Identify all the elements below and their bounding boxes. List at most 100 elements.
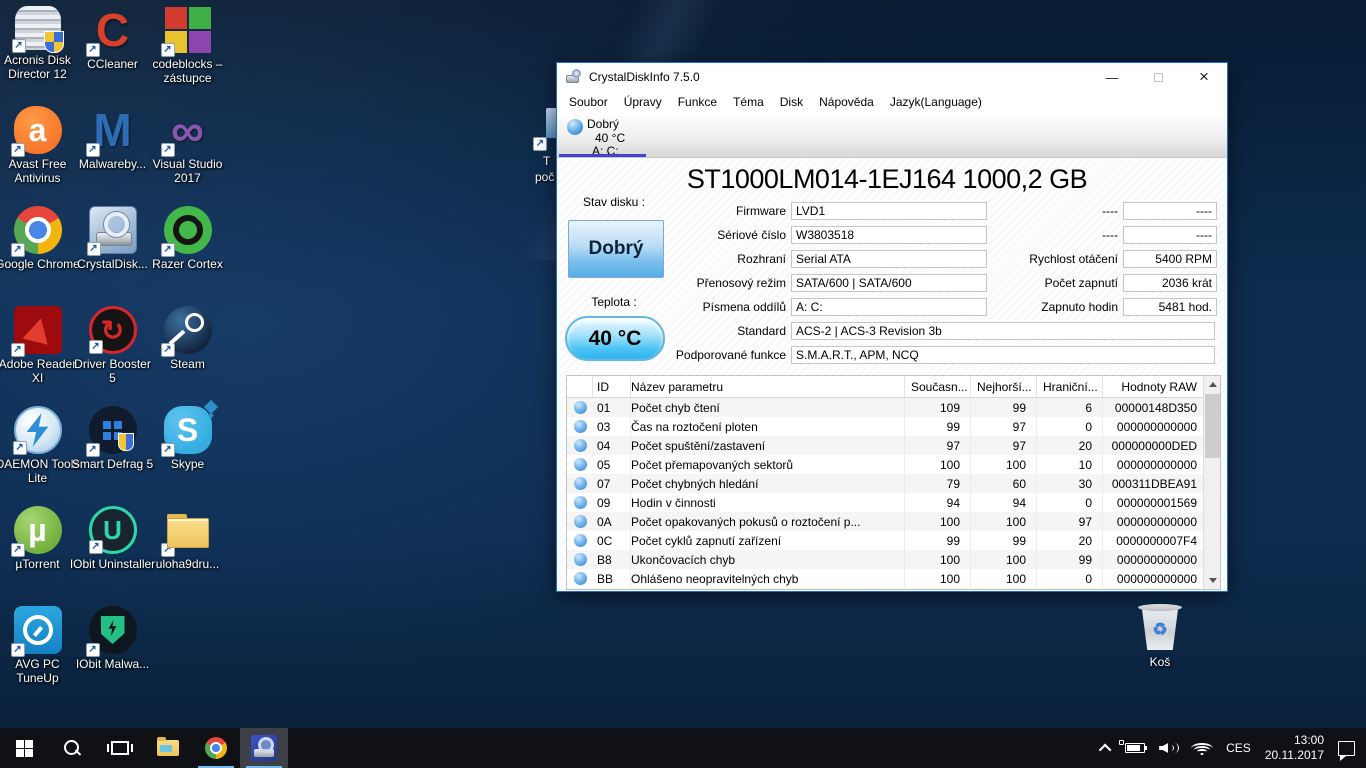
desktop-icon-codeblocks[interactable]: codeblocks – zástupce bbox=[150, 6, 225, 106]
smart-row[interactable]: BB Ohlášeno neopravitelných chyb 100 100… bbox=[567, 569, 1203, 588]
attr-raw: 00000148D350 bbox=[1103, 401, 1203, 415]
shortcut-arrow-icon bbox=[86, 443, 100, 457]
desktop-icon-adobe-reader[interactable]: Adobe Reader XI bbox=[0, 306, 75, 406]
task-view-button[interactable] bbox=[96, 728, 144, 768]
scroll-up-arrow[interactable] bbox=[1204, 376, 1221, 393]
desktop-icon-daemon-tools[interactable]: DAEMON Tools Lite bbox=[0, 406, 75, 506]
desktop-icon-visual-studio[interactable]: ∞ Visual Studio 2017 bbox=[150, 106, 225, 206]
menu-item[interactable]: Soubor bbox=[561, 93, 616, 111]
tray-clock[interactable]: 13:00 20.11.2017 bbox=[1258, 728, 1331, 768]
menu-item[interactable]: Disk bbox=[772, 93, 811, 111]
app-icon bbox=[565, 69, 581, 85]
close-button[interactable]: × bbox=[1181, 63, 1227, 91]
tray-wifi[interactable] bbox=[1185, 728, 1219, 768]
attr-worst: 99 bbox=[971, 531, 1037, 550]
taskbar-chrome[interactable] bbox=[192, 728, 240, 768]
desktop-icon-malwarebytes[interactable]: M Malwareby... bbox=[75, 106, 150, 206]
smart-row[interactable]: 0A Počet opakovaných pokusů o roztočení … bbox=[567, 512, 1203, 531]
header-raw: Hodnoty RAW bbox=[1103, 376, 1203, 397]
desktop-icon-uloha9dru[interactable]: uloha9dru... bbox=[150, 506, 225, 606]
shortcut-arrow-icon bbox=[161, 343, 175, 357]
attr-name: Počet chybných hledání bbox=[631, 474, 905, 493]
smart-row[interactable]: 0C Počet cyklů zapnutí zařízení 99 99 20… bbox=[567, 531, 1203, 550]
chevron-up-icon bbox=[1099, 743, 1112, 756]
desktop-icon-label: Driver Booster 5 bbox=[70, 357, 156, 385]
tray-language[interactable]: CES bbox=[1219, 728, 1258, 768]
scrollbar-thumb[interactable] bbox=[1205, 394, 1220, 458]
action-center-button[interactable] bbox=[1331, 728, 1362, 768]
smart-row-partial[interactable] bbox=[567, 588, 1203, 589]
scroll-down-arrow[interactable] bbox=[1204, 572, 1221, 589]
recycle-bin-icon[interactable]: ♻ bbox=[1134, 602, 1186, 652]
desktop-icon-ccleaner[interactable]: C CCleaner bbox=[75, 6, 150, 106]
desktop-icon-recycle-bin[interactable]: ♻ Koš bbox=[1124, 602, 1196, 669]
maximize-button[interactable] bbox=[1135, 63, 1181, 91]
menu-item[interactable]: Téma bbox=[725, 93, 772, 111]
battery-icon bbox=[1125, 743, 1145, 753]
attr-current: 99 bbox=[905, 531, 971, 550]
desktop-icon-steam[interactable]: Steam bbox=[150, 306, 225, 406]
attr-raw: 000000000DED bbox=[1103, 439, 1203, 453]
field-label: Počet zapnutí bbox=[997, 276, 1123, 290]
tray-volume[interactable] bbox=[1152, 728, 1185, 768]
smart-attributes-table: ID Název parametru Současn... Nejhorší..… bbox=[566, 375, 1221, 590]
attr-threshold: 0 bbox=[1037, 417, 1103, 436]
smart-row[interactable]: B8 Ukončovacích chyb 100 100 99 00000000… bbox=[567, 550, 1203, 569]
header-threshold: Hraniční... bbox=[1037, 376, 1103, 397]
desktop-icon-label: Google Chrome bbox=[0, 257, 81, 271]
minimize-button[interactable]: — bbox=[1089, 63, 1135, 91]
desktop-icon-google-chrome[interactable]: Google Chrome bbox=[0, 206, 75, 306]
smart-row[interactable]: 04 Počet spuštění/zastavení 97 97 20 000… bbox=[567, 436, 1203, 455]
desktop-icon-label: CrystalDisk... bbox=[70, 257, 156, 271]
attribute-status-dot-icon bbox=[574, 477, 587, 490]
taskbar-crystaldiskinfo[interactable] bbox=[240, 728, 288, 768]
attr-id: 0C bbox=[593, 531, 631, 550]
field-row: Zapnuto hodin 5481 hod. bbox=[997, 298, 1217, 316]
smart-row[interactable]: 07 Počet chybných hledání 79 60 30 00031… bbox=[567, 474, 1203, 493]
desktop-icon-label: AVG PC TuneUp bbox=[0, 657, 81, 685]
attr-worst: 97 bbox=[971, 417, 1037, 436]
smart-row[interactable]: 05 Počet přemapovaných sektorů 100 100 1… bbox=[567, 455, 1203, 474]
menu-item[interactable]: Nápověda bbox=[811, 93, 882, 111]
disk-model-title: ST1000LM014-1EJ164 1000,2 GB bbox=[557, 164, 1217, 195]
desktop-icon-utorrent[interactable]: µ µTorrent bbox=[0, 506, 75, 606]
attr-worst: 100 bbox=[971, 569, 1037, 588]
smart-row[interactable]: 09 Hodin v činnosti 94 94 0 000000001569 bbox=[567, 493, 1203, 512]
table-scrollbar[interactable] bbox=[1203, 376, 1220, 589]
smart-row[interactable]: 01 Počet chyb čtení 109 99 6 00000148D35… bbox=[567, 398, 1203, 417]
shortcut-arrow-icon bbox=[11, 643, 25, 657]
shortcut-arrow-icon bbox=[161, 143, 175, 157]
desktop-icon-razer-cortex[interactable]: Razer Cortex bbox=[150, 206, 225, 306]
field-value: LVD1 bbox=[791, 202, 987, 220]
titlebar[interactable]: CrystalDiskInfo 7.5.0 — × bbox=[557, 63, 1227, 91]
shortcut-arrow-icon bbox=[86, 643, 100, 657]
taskbar-file-explorer[interactable] bbox=[144, 728, 192, 768]
smart-row[interactable]: 03 Čas na roztočení ploten 99 97 0 00000… bbox=[567, 417, 1203, 436]
desktop-icon-avast[interactable]: a Avast Free Antivirus bbox=[0, 106, 75, 206]
desktop-icon-iobit-uninstaller[interactable]: U IObit Uninstaller bbox=[75, 506, 150, 606]
desktop-icon-acronis-disk-director[interactable]: Acronis Disk Director 12 bbox=[0, 6, 75, 106]
desktop-icon-smart-defrag[interactable]: Smart Defrag 5 bbox=[75, 406, 150, 506]
attr-threshold: 0 bbox=[1037, 569, 1103, 588]
tray-show-hidden-icons[interactable] bbox=[1095, 728, 1118, 768]
shortcut-arrow-icon bbox=[11, 343, 25, 357]
desktop-icon-avg-pc-tuneup[interactable]: AVG PC TuneUp bbox=[0, 606, 75, 706]
taskbar-search-button[interactable] bbox=[48, 728, 96, 768]
attr-name: Počet přemapovaných sektorů bbox=[631, 455, 905, 474]
desktop-icon-iobit-malware-fighter[interactable]: IObit Malwa... bbox=[75, 606, 150, 706]
disk-selector-bar[interactable]: Dobrý 40 °C A: C: bbox=[557, 113, 1227, 158]
menu-item[interactable]: Funkce bbox=[670, 93, 725, 111]
attr-worst: 60 bbox=[971, 474, 1037, 493]
shortcut-arrow-icon bbox=[89, 340, 103, 354]
desktop-icon-skype[interactable]: S Skype bbox=[150, 406, 225, 506]
menu-item[interactable]: Jazyk(Language) bbox=[882, 93, 990, 111]
tray-battery[interactable] bbox=[1118, 728, 1152, 768]
desktop-icon-label: Malwareby... bbox=[70, 157, 156, 171]
attr-threshold: 10 bbox=[1037, 455, 1103, 474]
attribute-status-dot-icon bbox=[574, 496, 587, 509]
field-label: Rychlost otáčení bbox=[997, 252, 1123, 266]
desktop-icon-driver-booster[interactable]: ↻ Driver Booster 5 bbox=[75, 306, 150, 406]
menu-item[interactable]: Úpravy bbox=[616, 93, 670, 111]
start-button[interactable] bbox=[0, 728, 48, 768]
desktop-icon-crystaldiskinfo[interactable]: CrystalDisk... bbox=[75, 206, 150, 306]
